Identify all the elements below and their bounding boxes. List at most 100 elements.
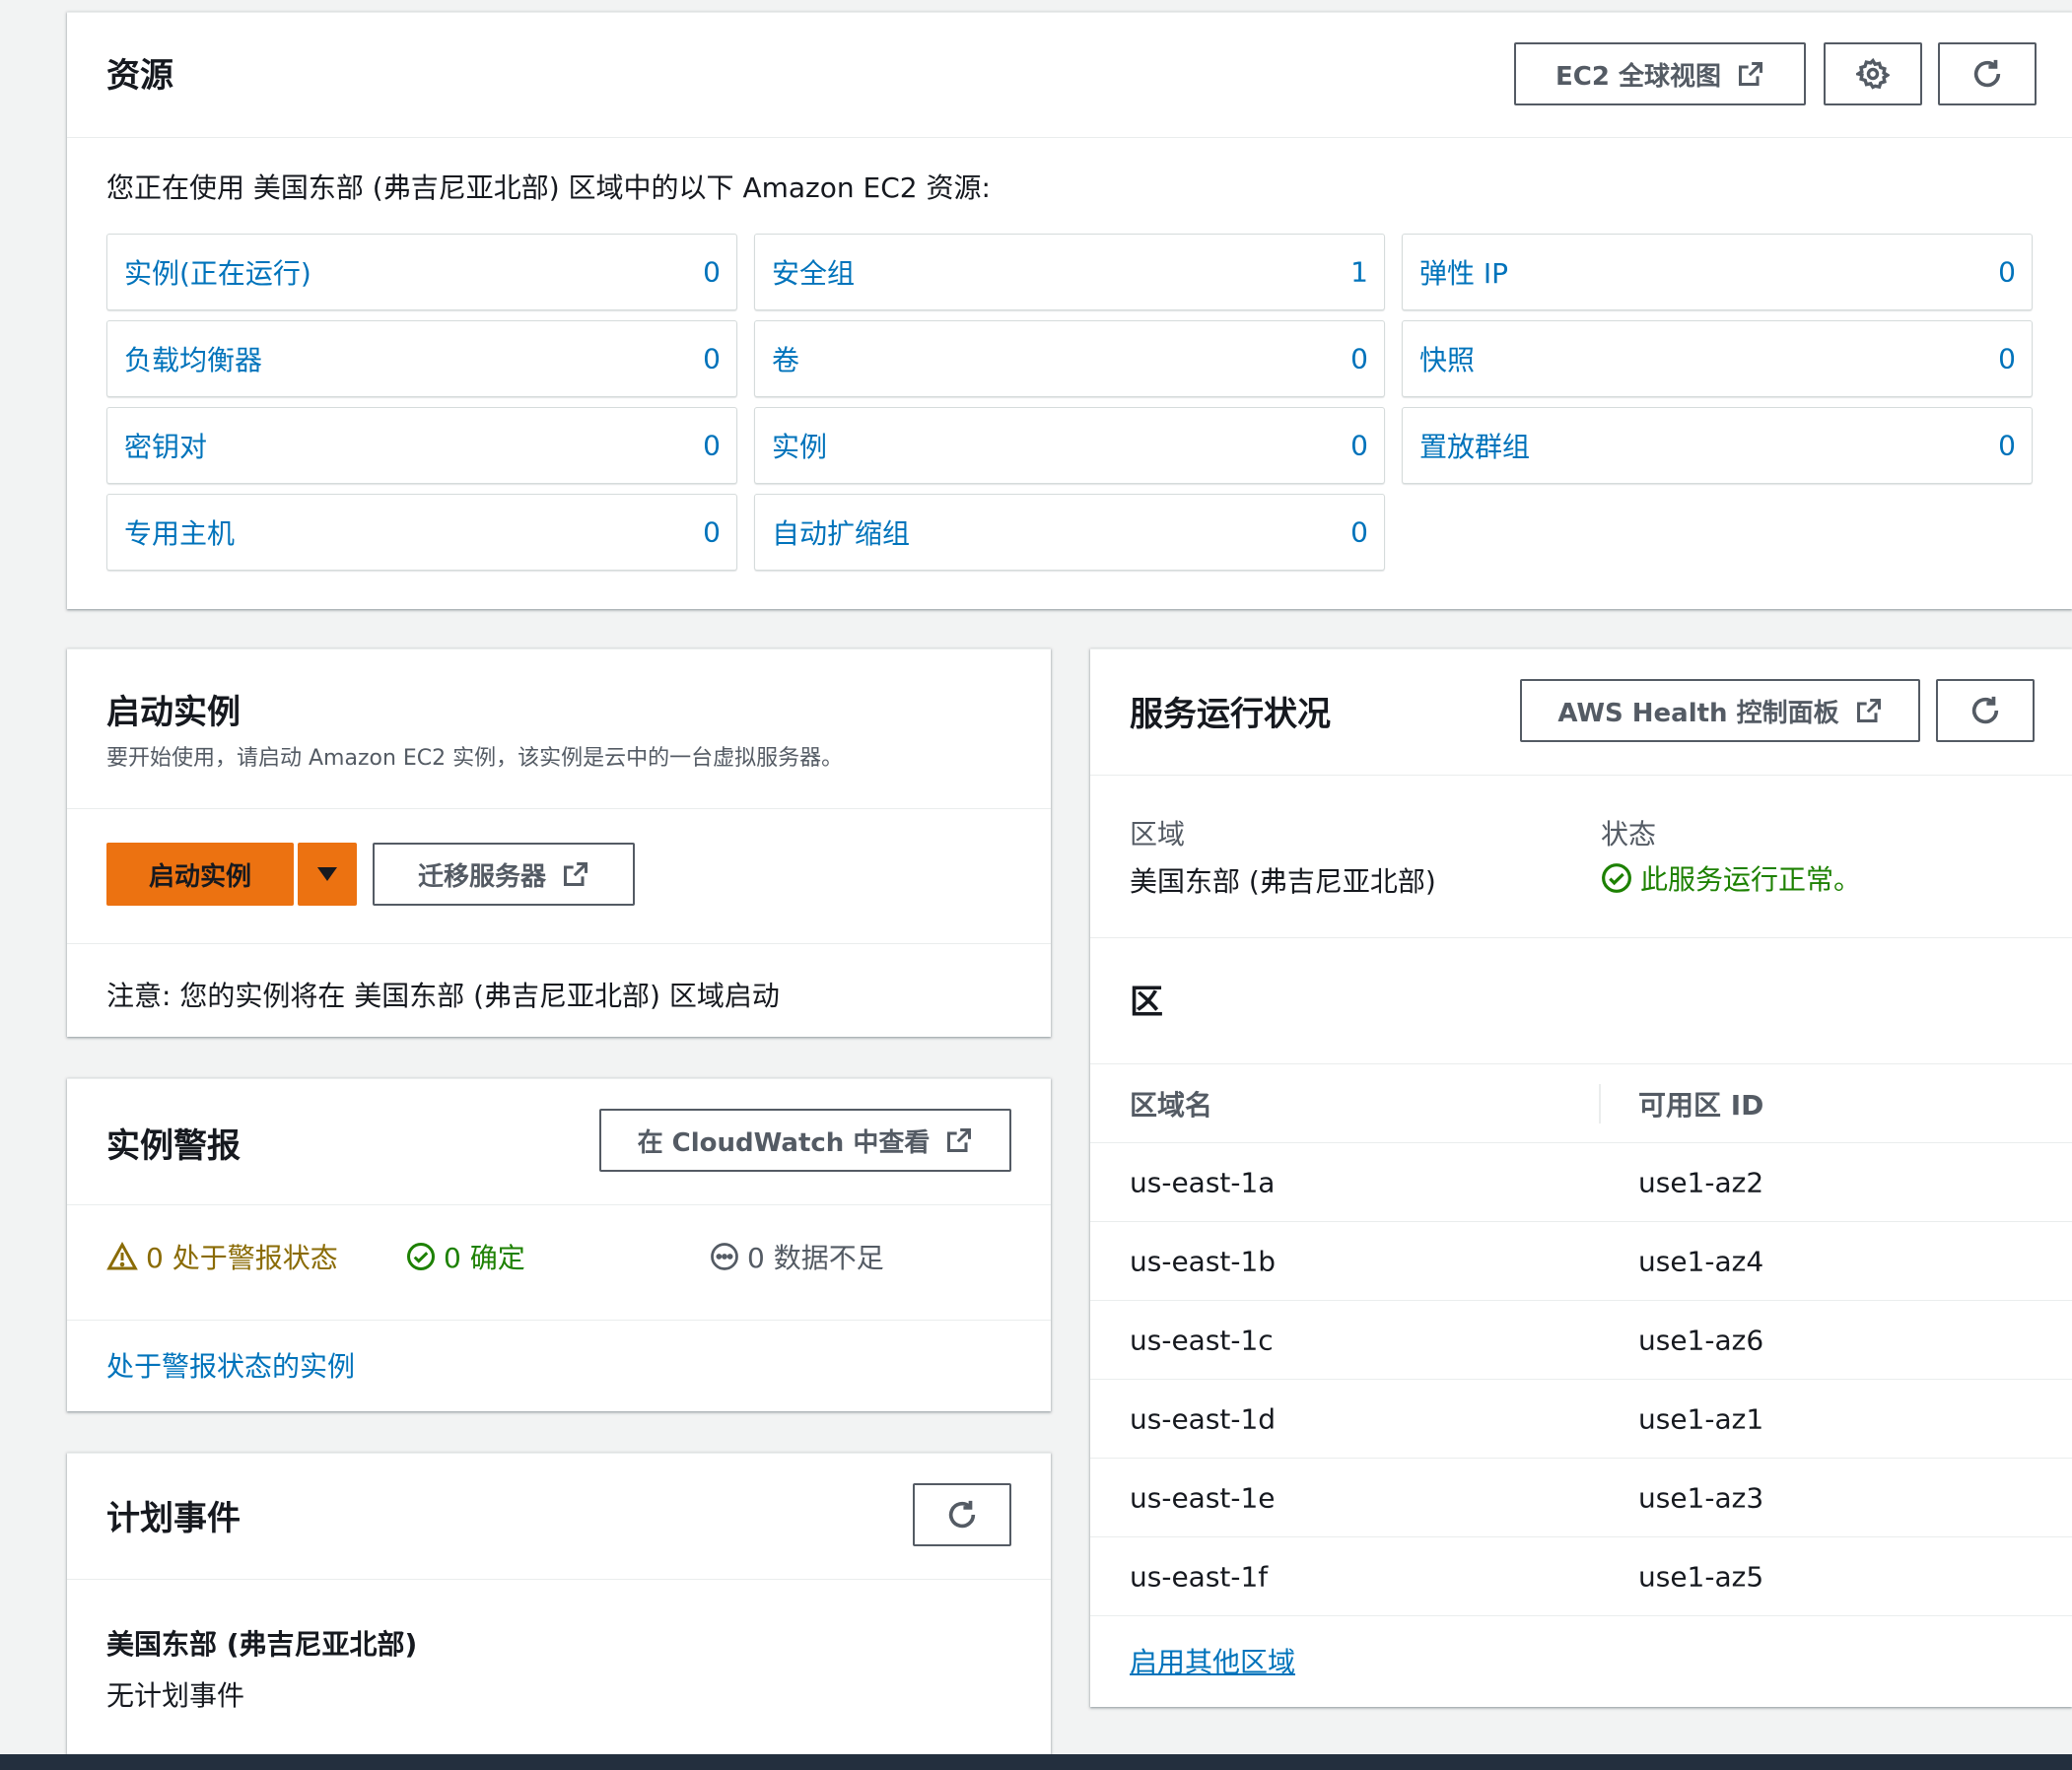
events-header: 计划事件 [67, 1454, 1051, 1580]
resource-card[interactable]: 实例 0 [754, 407, 1385, 484]
resource-link[interactable]: 安全组 [772, 252, 855, 292]
zone-name-cell: us-east-1f [1130, 1560, 1269, 1593]
launch-instance-panel: 启动实例 要开始使用，请启动 Amazon EC2 实例，该实例是云中的一台虚拟… [67, 648, 1051, 1037]
refresh-icon [948, 1500, 976, 1529]
resource-card[interactable]: 置放群组 0 [1402, 407, 2033, 484]
view-in-cloudwatch-label: 在 CloudWatch 中查看 [637, 1127, 931, 1158]
zones-title: 区 [1130, 983, 1163, 1022]
resource-card[interactable]: 负载均衡器 0 [106, 320, 737, 397]
events-none: 无计划事件 [106, 1679, 245, 1712]
launch-title: 启动实例 [106, 693, 241, 732]
resource-card[interactable]: 专用主机 0 [106, 494, 737, 571]
health-title: 服务运行状况 [1130, 695, 1331, 734]
footer-bar [0, 1754, 2072, 1770]
resource-card[interactable]: 快照 0 [1402, 320, 2033, 397]
resources-title: 资源 [106, 56, 173, 96]
ok-status[interactable]: 0 确定 [406, 1237, 525, 1276]
resource-card[interactable]: 弹性 IP 0 [1402, 234, 2033, 310]
resource-card[interactable]: 实例(正在运行) 0 [106, 234, 737, 310]
external-link-icon [1856, 698, 1881, 723]
instance-alarms-panel: 实例警报 在 CloudWatch 中查看 0 处于警报状态 0 确定 0 数据… [67, 1078, 1051, 1411]
table-row: us-east-1e use1-az3 [1090, 1459, 2072, 1537]
zones-table-header: 区域名 可用区 ID [1090, 1064, 2072, 1143]
resource-count[interactable]: 0 [1350, 430, 1368, 462]
migrate-server-button[interactable]: 迁移服务器 [373, 843, 635, 906]
resource-count[interactable]: 0 [1350, 343, 1368, 375]
events-region: 美国东部 (弗吉尼亚北部) [106, 1628, 418, 1661]
ok-text: 0 确定 [444, 1242, 525, 1274]
aws-health-dashboard-button[interactable]: AWS Health 控制面板 [1520, 679, 1920, 742]
resource-link[interactable]: 实例(正在运行) [124, 252, 311, 292]
ec2-global-view-label: EC2 全球视图 [1555, 61, 1721, 92]
ellipsis-circle-icon [711, 1243, 738, 1270]
refresh-icon [1973, 59, 2001, 88]
resource-count[interactable]: 0 [703, 430, 721, 462]
settings-button[interactable] [1824, 42, 1922, 105]
refresh-health-button[interactable] [1936, 679, 2035, 742]
resource-count[interactable]: 1 [1350, 256, 1368, 289]
resource-card[interactable]: 卷0 [754, 320, 1385, 397]
view-in-cloudwatch-button[interactable]: 在 CloudWatch 中查看 [599, 1109, 1011, 1172]
resource-link[interactable]: 负载均衡器 [124, 339, 262, 378]
zone-id-cell: use1-az6 [1638, 1324, 1764, 1356]
alarms-divider [67, 1320, 1051, 1321]
resource-count[interactable]: 0 [703, 256, 721, 289]
zone-id-cell: use1-az3 [1638, 1481, 1764, 1514]
scheduled-events-panel: 计划事件 美国东部 (弗吉尼亚北部) 无计划事件 [67, 1453, 1051, 1754]
refresh-resources-button[interactable] [1938, 42, 2037, 105]
alarms-title: 实例警报 [106, 1126, 241, 1166]
ec2-global-view-button[interactable]: EC2 全球视图 [1514, 42, 1806, 105]
zone-id-cell: use1-az2 [1638, 1166, 1764, 1198]
instances-in-alarm-link[interactable]: 处于警报状态的实例 [106, 1345, 355, 1385]
status-label: 状态 [1601, 818, 1657, 851]
insufficient-data-status[interactable]: 0 数据不足 [710, 1237, 884, 1276]
resource-link[interactable]: 专用主机 [124, 512, 235, 552]
resource-count[interactable]: 0 [1350, 516, 1368, 549]
launch-instance-button[interactable]: 启动实例 [106, 843, 294, 906]
zone-id-cell: use1-az4 [1638, 1245, 1764, 1277]
health-header: 服务运行状况 AWS Health 控制面板 [1090, 649, 2072, 776]
refresh-icon [1971, 696, 1999, 724]
warning-icon [106, 1242, 138, 1270]
gear-icon [1856, 57, 1890, 90]
check-circle-icon [1602, 863, 1631, 893]
zone-name-cell: us-east-1d [1130, 1402, 1277, 1435]
status-text: 此服务运行正常。 [1640, 863, 1862, 896]
table-row: us-east-1b use1-az4 [1090, 1222, 2072, 1301]
resource-link[interactable]: 卷 [772, 339, 799, 378]
resource-card[interactable]: 自动扩缩组 0 [754, 494, 1385, 571]
refresh-events-button[interactable] [913, 1483, 1011, 1546]
resource-card[interactable]: 密钥对 0 [106, 407, 737, 484]
insufficient-data-text: 0 数据不足 [747, 1242, 884, 1274]
zone-name-cell: us-east-1c [1130, 1324, 1274, 1356]
health-divider [1090, 937, 2072, 938]
resource-link[interactable]: 密钥对 [124, 426, 207, 465]
zone-id-cell: use1-az1 [1638, 1402, 1764, 1435]
launch-header: 启动实例 要开始使用，请启动 Amazon EC2 实例，该实例是云中的一台虚拟… [67, 649, 1051, 809]
resource-count[interactable]: 0 [703, 343, 721, 375]
resource-count[interactable]: 0 [1998, 256, 2016, 289]
resource-link[interactable]: 弹性 IP [1419, 252, 1508, 292]
table-row: us-east-1a use1-az2 [1090, 1143, 2072, 1222]
resource-link[interactable]: 快照 [1419, 339, 1475, 378]
column-separator [1599, 1084, 1601, 1123]
zone-id-column-header: 可用区 ID [1638, 1088, 1764, 1122]
table-row: us-east-1f use1-az5 [1090, 1537, 2072, 1616]
external-link-icon [563, 861, 588, 887]
resources-panel: 资源 EC2 全球视图 您正在使用 美国东部 (弗吉尼亚北部) 区域中的以下 A… [67, 12, 2072, 609]
in-alarm-status[interactable]: 0 处于警报状态 [106, 1237, 338, 1276]
resource-card[interactable]: 安全组 1 [754, 234, 1385, 310]
enable-other-zones-link[interactable]: 启用其他区域 [1130, 1641, 1295, 1680]
launch-dropdown-button[interactable] [298, 843, 357, 906]
region-label: 区域 [1130, 818, 1186, 851]
resource-count[interactable]: 0 [1998, 430, 2016, 462]
resource-count[interactable]: 0 [1998, 343, 2016, 375]
resource-count[interactable]: 0 [703, 516, 721, 549]
resource-link[interactable]: 自动扩缩组 [772, 512, 910, 552]
region-value: 美国东部 (弗吉尼亚北部) [1130, 865, 1436, 898]
resources-description: 您正在使用 美国东部 (弗吉尼亚北部) 区域中的以下 Amazon EC2 资源… [106, 171, 991, 204]
resource-link[interactable]: 置放群组 [1419, 426, 1530, 465]
resource-link[interactable]: 实例 [772, 426, 827, 465]
external-link-icon [1738, 61, 1763, 87]
launch-divider [67, 943, 1051, 944]
